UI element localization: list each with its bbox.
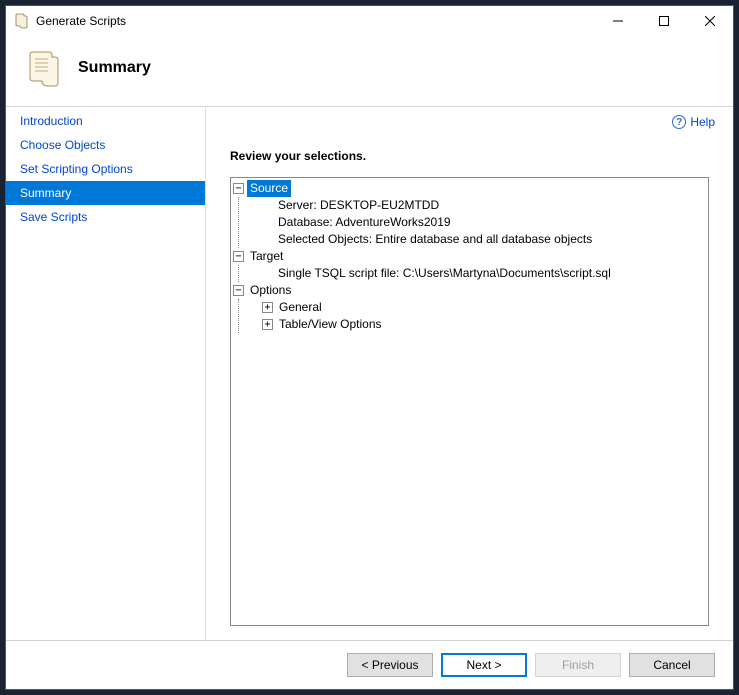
help-icon: ? xyxy=(672,115,686,129)
close-button[interactable] xyxy=(687,6,733,36)
close-icon xyxy=(705,16,715,26)
tree-node-tableview-options[interactable]: Table/View Options xyxy=(276,316,385,333)
sidebar-item-summary[interactable]: Summary xyxy=(6,181,205,205)
generate-scripts-window: Generate Scripts Summary Introduction xyxy=(5,5,734,690)
tree-expand-general[interactable]: + xyxy=(262,302,273,313)
tree-leaf-script-file[interactable]: Single TSQL script file: C:\Users\Martyn… xyxy=(275,265,614,282)
help-row: ? Help xyxy=(206,107,733,129)
titlebar: Generate Scripts xyxy=(6,6,733,36)
tree-collapse-source[interactable]: − xyxy=(233,183,244,194)
instruction-text: Review your selections. xyxy=(206,129,733,177)
window-title: Generate Scripts xyxy=(36,14,595,28)
maximize-button[interactable] xyxy=(641,6,687,36)
minimize-icon xyxy=(613,16,623,26)
cancel-button[interactable]: Cancel xyxy=(629,653,715,677)
tree-node-options[interactable]: Options xyxy=(247,282,294,299)
window-controls xyxy=(595,6,733,36)
tree-expand-tableview[interactable]: + xyxy=(262,319,273,330)
tree-leaf-database[interactable]: Database: AdventureWorks2019 xyxy=(275,214,454,231)
tree-node-source[interactable]: Source xyxy=(247,180,291,197)
tree-node-target[interactable]: Target xyxy=(247,248,286,265)
next-button[interactable]: Next > xyxy=(441,653,527,677)
finish-button: Finish xyxy=(535,653,621,677)
script-icon xyxy=(24,48,64,88)
maximize-icon xyxy=(659,16,669,26)
button-bar: < Previous Next > Finish Cancel xyxy=(6,640,733,689)
sidebar-item-introduction[interactable]: Introduction xyxy=(6,109,205,133)
sidebar-item-set-scripting-options[interactable]: Set Scripting Options xyxy=(6,157,205,181)
app-icon xyxy=(14,13,30,29)
tree-leaf-selected-objects[interactable]: Selected Objects: Entire database and al… xyxy=(275,231,595,248)
header-panel: Summary xyxy=(6,36,733,107)
sidebar-item-choose-objects[interactable]: Choose Objects xyxy=(6,133,205,157)
tree-leaf-server[interactable]: Server: DESKTOP-EU2MTDD xyxy=(275,197,442,214)
help-link[interactable]: ? Help xyxy=(672,115,715,129)
previous-button[interactable]: < Previous xyxy=(347,653,433,677)
minimize-button[interactable] xyxy=(595,6,641,36)
body-area: Introduction Choose Objects Set Scriptin… xyxy=(6,107,733,640)
main-content: ? Help Review your selections. − Source xyxy=(206,107,733,640)
summary-tree[interactable]: − Source Server: DESKTOP-EU2MTDD Databas… xyxy=(230,177,709,626)
help-label: Help xyxy=(690,115,715,129)
tree-node-general[interactable]: General xyxy=(276,299,325,316)
tree-collapse-options[interactable]: − xyxy=(233,285,244,296)
tree-collapse-target[interactable]: − xyxy=(233,251,244,262)
sidebar: Introduction Choose Objects Set Scriptin… xyxy=(6,107,206,640)
page-title: Summary xyxy=(78,59,151,77)
sidebar-item-save-scripts[interactable]: Save Scripts xyxy=(6,205,205,229)
